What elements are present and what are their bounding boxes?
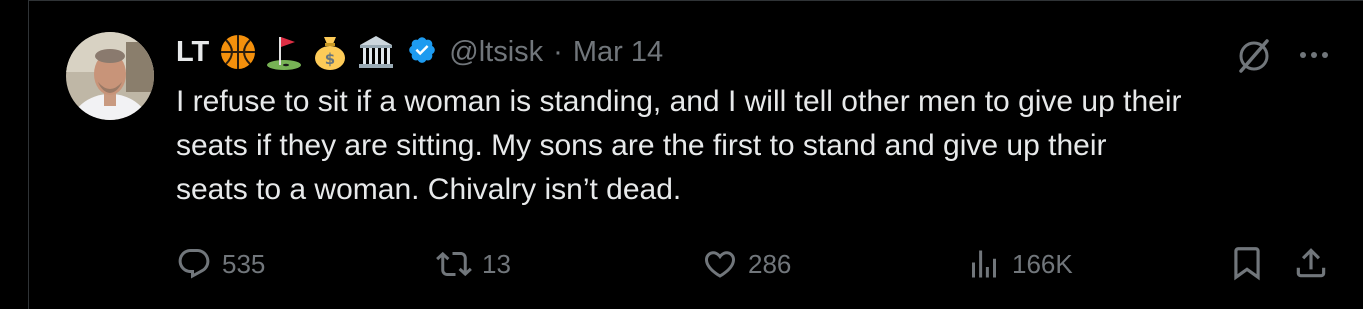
post-header: LT $ @ltsisk · Mar 14 xyxy=(176,30,663,74)
grok-icon[interactable] xyxy=(1234,36,1274,76)
author-handle[interactable]: @ltsisk xyxy=(449,36,543,69)
money-bag-icon: $ xyxy=(311,33,349,71)
views-button[interactable]: 166K xyxy=(966,244,1073,284)
like-count: 286 xyxy=(748,248,792,279)
repost-count: 13 xyxy=(482,248,511,279)
post-text: I refuse to sit if a woman is standing, … xyxy=(176,85,1182,206)
more-options-icon[interactable] xyxy=(1294,40,1334,70)
golf-flag-icon xyxy=(265,33,303,71)
author-name[interactable]: LT xyxy=(176,36,209,69)
repost-icon xyxy=(436,251,472,277)
like-button[interactable]: 286 xyxy=(702,244,791,284)
reply-count: 535 xyxy=(222,248,266,279)
post-date[interactable]: Mar 14 xyxy=(573,36,663,69)
separator-dot: · xyxy=(553,35,563,68)
view-count: 166K xyxy=(1012,248,1073,279)
classical-building-icon xyxy=(357,33,395,71)
divider-top xyxy=(28,0,1363,1)
reply-button[interactable]: 535 xyxy=(176,244,265,284)
verified-badge-icon[interactable] xyxy=(403,35,449,70)
analytics-icon xyxy=(972,250,996,278)
reply-icon xyxy=(178,249,210,279)
share-icon xyxy=(1296,248,1326,278)
bookmark-icon xyxy=(1234,247,1260,281)
bookmark-button[interactable] xyxy=(1228,244,1268,284)
heart-icon xyxy=(704,251,736,278)
share-button[interactable] xyxy=(1292,244,1332,284)
svg-text:$: $ xyxy=(325,50,335,68)
basketball-emoji-icon xyxy=(219,33,257,71)
divider-left xyxy=(28,0,29,309)
repost-button[interactable]: 13 xyxy=(436,244,511,284)
post-card[interactable]: LT $ @ltsisk · Mar 14 I refuse to sit if… xyxy=(0,0,1363,309)
avatar[interactable] xyxy=(66,32,154,120)
